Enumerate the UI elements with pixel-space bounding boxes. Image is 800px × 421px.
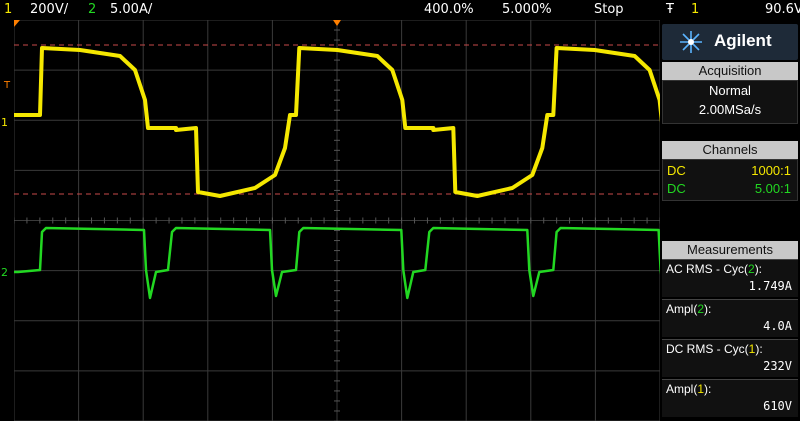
right-panel: Agilent Acquisition Normal 2.00MSa/s Cha… <box>660 20 800 421</box>
waveform-display[interactable] <box>14 20 660 421</box>
measurement-value: 1.749A <box>748 279 792 293</box>
ch2-probe-ratio: 5.00:1 <box>754 181 791 196</box>
channel-marker-strip: T 1 2 <box>0 20 14 421</box>
measurement-value: 610V <box>763 399 792 413</box>
trigger-edge-icon: Ŧ <box>666 2 674 17</box>
ch1-coupling: DC <box>667 163 686 178</box>
trigger-level[interactable]: 90.6V <box>765 0 800 20</box>
channel-row-2[interactable]: DC 5.00:1 <box>667 180 791 198</box>
measurement-item[interactable]: AC RMS - Cyc(2): 1.749A <box>662 259 798 297</box>
ch1-probe-ratio: 1000:1 <box>751 163 791 178</box>
channels-section: DC 1000:1 DC 5.00:1 <box>662 159 798 201</box>
brand-header: Agilent <box>662 24 798 60</box>
measurement-item[interactable]: DC RMS - Cyc(1): 232V <box>662 339 798 377</box>
ch2-ground-marker[interactable]: 2 <box>1 266 8 279</box>
ch1-scale[interactable]: 200V/ <box>30 0 68 20</box>
measurement-item[interactable]: Ampl(2): 4.0A <box>662 299 798 337</box>
spark-logo-icon <box>680 31 702 53</box>
timebase-readout[interactable]: 400.0% <box>424 0 474 20</box>
status-bar: 1 200V/ 2 5.00A/ 400.0% 5.000% Stop Ŧ 1 … <box>0 0 800 20</box>
measurement-value: 232V <box>763 359 792 373</box>
measurement-item[interactable]: Ampl(1): 610V <box>662 379 798 417</box>
ch2-coupling: DC <box>667 181 686 196</box>
ch1-number[interactable]: 1 <box>4 0 12 20</box>
measurement-label: DC RMS - Cyc(1): <box>666 342 763 356</box>
acquisition-mode: Normal <box>709 83 751 98</box>
trigger-channel[interactable]: 1 <box>691 0 699 20</box>
brand-name: Agilent <box>714 31 772 50</box>
channel-row-1[interactable]: DC 1000:1 <box>667 162 791 180</box>
measurement-label: Ampl(1): <box>666 382 712 396</box>
ch2-number[interactable]: 2 <box>88 0 96 20</box>
acquisition-rate: 2.00MSa/s <box>698 102 762 117</box>
measurement-label: AC RMS - Cyc(2): <box>666 262 763 276</box>
measurements-header[interactable]: Measurements <box>662 241 798 259</box>
run-state[interactable]: Stop <box>594 0 624 20</box>
ch2-scale[interactable]: 5.00A/ <box>110 0 152 20</box>
acquisition-header[interactable]: Acquisition <box>662 62 798 80</box>
trigger-level-marker[interactable]: T <box>4 80 10 91</box>
channels-header[interactable]: Channels <box>662 141 798 159</box>
measurement-label: Ampl(2): <box>666 302 712 316</box>
acquisition-section: Normal 2.00MSa/s <box>662 80 798 124</box>
measurement-value: 4.0A <box>763 319 792 333</box>
sample-rate-readout[interactable]: 5.000% <box>502 0 552 20</box>
ch1-ground-marker[interactable]: 1 <box>1 116 8 129</box>
